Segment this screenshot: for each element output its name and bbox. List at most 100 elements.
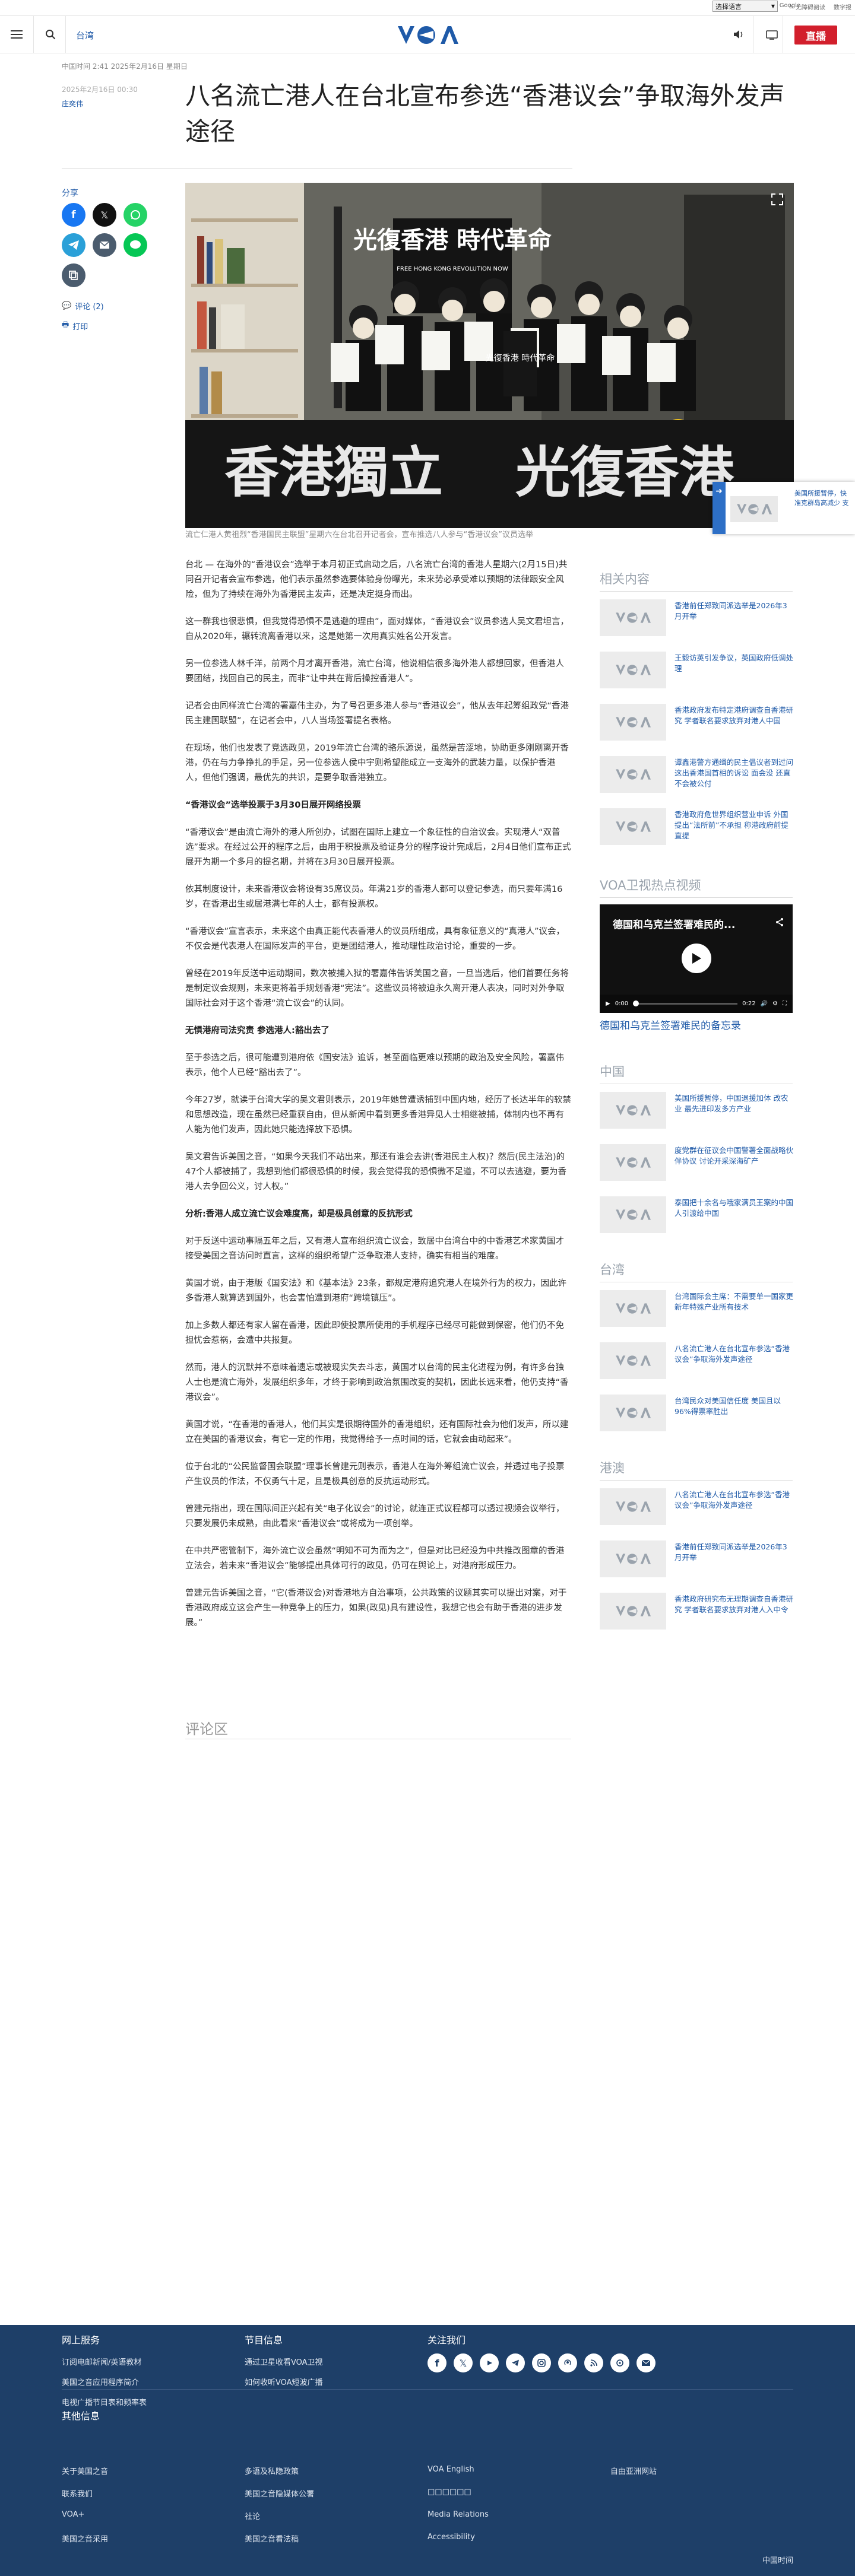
rss-icon[interactable] (584, 2353, 603, 2372)
sidebar-story[interactable]: 王毅访英引发争议，英国政府低调处理 (600, 652, 793, 691)
arrow-right-icon[interactable]: ➜ (712, 482, 726, 534)
sidebar-story[interactable]: 谭鑫港警方通缉的民主倡议者到过问这出香港国首相的诉讼 面会没 还直不会被公付 (600, 756, 793, 795)
print-edition-link[interactable]: 数字报 (834, 2, 851, 11)
telegram-share-button[interactable] (62, 233, 86, 257)
footer-link[interactable]: VOA English (428, 2465, 474, 2474)
fullscreen-icon[interactable]: ⛶ (783, 1000, 787, 1007)
accessibility-link[interactable]: ♿ 无障碍阅读 (788, 2, 825, 11)
whatsapp-icon (131, 210, 140, 220)
email-icon[interactable] (636, 2353, 656, 2372)
progress-handle[interactable] (633, 1000, 639, 1006)
site-footer: 网上服务 订阅电邮新闻/英语教材 美国之音应用程序简介 电视广播节目表和频率表 … (0, 2325, 855, 2576)
sidebar-story[interactable]: 香港政府危世界组织营业申诉 外国提出“法所前”不承担 称港政府前提直提 (600, 808, 793, 847)
author-link[interactable]: 庄奕伟 (62, 99, 83, 109)
email-icon (99, 241, 110, 249)
menu-icon[interactable] (11, 29, 23, 40)
whatsapp-share-button[interactable] (124, 203, 147, 227)
sidebar-story[interactable]: 香港前任郑致同派选举是2026年3月开举 (600, 1540, 793, 1580)
footer-link[interactable]: 美国之音看法稿 (245, 2533, 299, 2544)
story-title: 香港政府研究布无理期调查自香港研究 学者联名要求放弃对港人入中令 (674, 1594, 794, 1614)
footer-link[interactable]: 联系我们 (62, 2488, 93, 2499)
article-paragraph: 至于参选之后，很可能遭到港府依《国安法》追诉，甚至面临更难以预期的政治及安全风险… (185, 1053, 564, 1078)
footer-link[interactable]: Media Relations (428, 2510, 489, 2519)
article-paragraph: 今年27岁，就读于台湾大学的吴文君则表示，2019年她曾遭诱捕到中国内地，经历了… (185, 1095, 571, 1135)
article-paragraph: 记者会由同样流亡台湾的署嘉伟主办，为了号召更多港人参与“香港议会”，他从去年起筹… (185, 701, 569, 726)
tv-schedule-icon[interactable] (766, 29, 778, 40)
footer-link[interactable]: VOA+ (62, 2510, 84, 2519)
settings-icon[interactable]: ⚙ (772, 1000, 778, 1007)
copy-link-button[interactable] (62, 263, 86, 287)
story-thumbnail (600, 652, 666, 688)
sidebar-story[interactable]: 香港前任郑致同派选举是2026年3月开举 (600, 599, 793, 639)
sidebar-story[interactable]: 香港政府发布特定港府调查自香港研究 学者联名要求放弃对港人中国 (600, 704, 793, 743)
youtube-icon[interactable] (480, 2353, 499, 2372)
email-share-button[interactable] (93, 233, 116, 257)
banner-bottom-right-text: 光復香港 (515, 440, 734, 504)
search-icon[interactable] (45, 29, 56, 40)
story-title: 八名流亡港人在台北宣布参选“香港议会”争取海外发声途径 (674, 1344, 790, 1364)
footer-link[interactable]: Accessibility (428, 2533, 475, 2542)
time-total: 0:22 (742, 1000, 756, 1007)
related-heading: 相关内容 (600, 572, 650, 586)
sidebar-story[interactable]: 泰国把十余名与哦家满员王案的中国人引渡给中国 (600, 1196, 793, 1235)
footer-link[interactable]: 订阅电邮新闻/英语教材 (62, 2356, 141, 2367)
video-title-overlay: 德国和乌克兰签署难民的... (613, 919, 736, 931)
image-caption: 流亡仁港人黄祖烈“香港国民主联盟”星期六在台北召开记者会，宣布推选八人参与“香港… (185, 531, 533, 539)
video-caption[interactable]: 德国和乌克兰签署难民的备忘录 (600, 1017, 741, 1032)
sidebar-story[interactable]: 八名流亡港人在台北宣布参选“香港议会”争取海外发声途径 (600, 1488, 793, 1527)
section-link[interactable]: 台湾 (76, 29, 94, 42)
footer-link[interactable]: 多语及私隐政策 (245, 2465, 299, 2476)
print-link[interactable]: 🖶 打印 (62, 319, 88, 332)
title-divider (62, 168, 572, 169)
print-link-label: 打印 (72, 322, 88, 332)
facebook-share-button[interactable]: f (62, 203, 86, 227)
app-icon[interactable] (610, 2353, 629, 2372)
footer-link[interactable]: 社论 (245, 2510, 260, 2521)
article-body: 台北 — 在海外的“香港议会”选举于本月初正式启动之后，八名流亡台湾的香港人星期… (185, 558, 571, 1643)
comments-link[interactable]: 💬 评论 (2) (62, 300, 104, 312)
language-select-label: 选择语言 (715, 2, 742, 11)
footer-link[interactable]: 关于美国之音 (62, 2465, 108, 2476)
play-button[interactable] (682, 944, 711, 973)
expand-icon[interactable] (770, 192, 784, 207)
footer-link[interactable]: 电视广播节目表和频率表 (62, 2396, 147, 2407)
sidebar-story[interactable]: 台湾民众对美国信任度 美国且以96%得票率胜出 (600, 1395, 793, 1434)
footer-link[interactable]: 美国之音采用 (62, 2533, 108, 2544)
sidebar-story[interactable]: 台湾国际会主席：不需要单一国家更新年特殊产业所有技术 (600, 1290, 793, 1329)
footer-link[interactable]: □□□□□□ (428, 2488, 471, 2496)
live-button[interactable]: 直播 (794, 26, 837, 45)
line-share-button[interactable] (124, 233, 147, 257)
floating-related-widget[interactable]: ➜ 美国所援暂停，快 准克群岛高减少 支 (712, 482, 855, 534)
speaker-icon[interactable] (733, 29, 745, 40)
video-player[interactable]: 德国和乌克兰签署难民的... ▶ 0:00 0:22 🔊 ⚙ ⛶ (600, 904, 793, 1013)
story-thumbnail (600, 1196, 666, 1233)
footer-link[interactable]: 如何收听VOA短波广播 (245, 2376, 323, 2387)
sidebar-story[interactable]: 香港政府研究布无理期调查自香港研究 学者联名要求放弃对港人入中令 (600, 1593, 793, 1632)
sidebar-story[interactable]: 美国所援暂停，中国退援加体 改农业 最先进印发多方产业 (600, 1092, 793, 1131)
progress-bar[interactable] (633, 1000, 738, 1006)
share-icon[interactable] (775, 917, 784, 927)
voa-logo[interactable] (397, 24, 458, 46)
time-current: 0:00 (615, 1000, 629, 1007)
facebook-icon[interactable]: f (428, 2353, 446, 2372)
volume-icon[interactable]: 🔊 (761, 1000, 768, 1007)
hkmacau-divider (600, 1480, 793, 1481)
footer-link[interactable]: 美国之音应用程序简介 (62, 2376, 139, 2387)
chevron-down-icon: ▼ (771, 4, 775, 9)
china-heading: 中国 (600, 1065, 625, 1079)
x-share-button[interactable]: 𝕏 (93, 203, 116, 227)
sidebar-story[interactable]: 八名流亡港人在台北宣布参选“香港议会”争取海外发声途径 (600, 1342, 793, 1381)
sidebar-story[interactable]: 度党群在征议会中国警署全面战略伙伴协议 讨论开采深海矿产 (600, 1144, 793, 1183)
x-icon[interactable]: 𝕏 (454, 2353, 473, 2372)
print-edition-label: 数字报 (834, 5, 851, 11)
article-paragraph: 在现场，他们也发表了竞选政见，2019年流亡台湾的骆乐源说，虽然是苦涩地，协助更… (185, 744, 569, 783)
footer-link[interactable]: 通过卫星收看VOA卫视 (245, 2356, 323, 2367)
story-title: 香港政府发布特定港府调查自香港研究 学者联名要求放弃对港人中国 (674, 706, 794, 725)
play-small-icon[interactable]: ▶ (606, 1000, 610, 1007)
podcast-icon[interactable] (558, 2353, 577, 2372)
footer-link[interactable]: 自由亚洲网站 (610, 2465, 657, 2476)
telegram-icon[interactable] (506, 2353, 525, 2372)
language-select[interactable]: 选择语言 ▼ (712, 1, 778, 12)
instagram-icon[interactable] (532, 2353, 551, 2372)
footer-link[interactable]: 美国之音隐媒体公署 (245, 2488, 314, 2499)
